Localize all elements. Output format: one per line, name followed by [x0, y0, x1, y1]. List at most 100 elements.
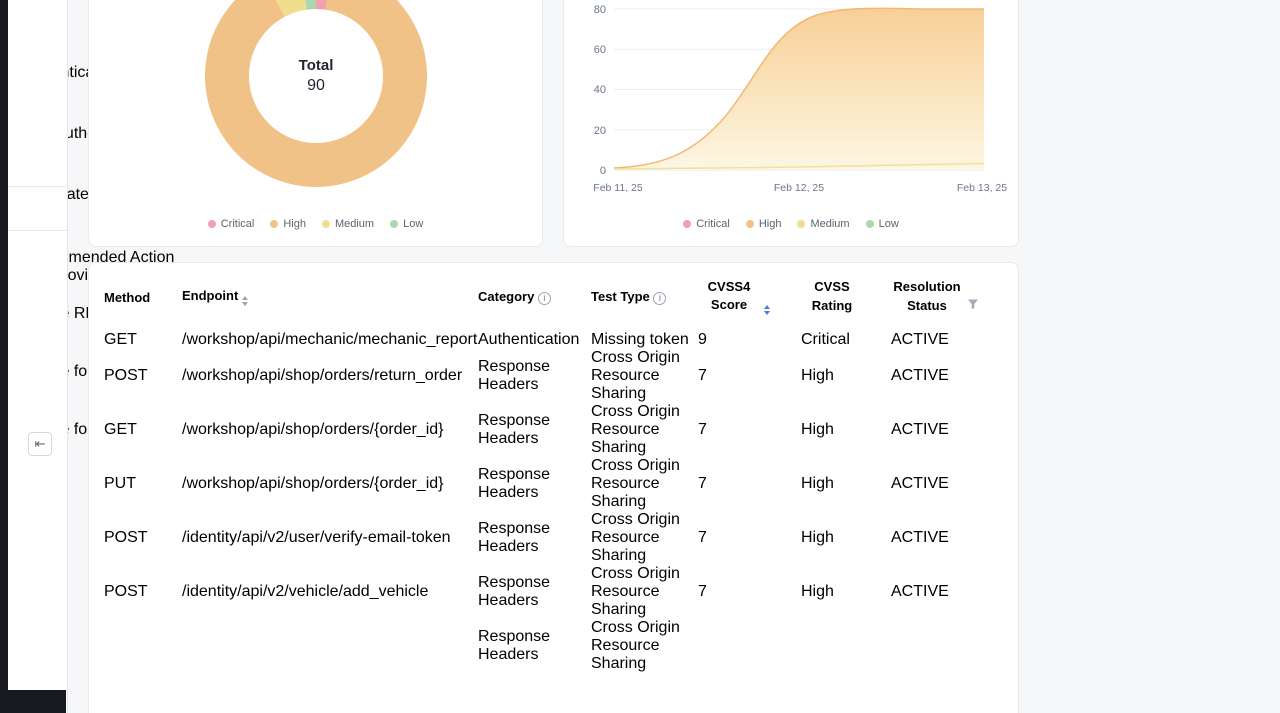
endpoint-cell: /identity/api/v2/vehicle/add_vehicle — [182, 583, 478, 601]
collapsed-sidebar: ⇤ — [8, 0, 68, 713]
app-root: ⇤ Total 90 Critical High Medium Low — [0, 0, 1280, 713]
resolution-status-badge: ACTIVE — [891, 331, 949, 348]
x-axis-tick: Feb 13, 25 — [957, 182, 1007, 194]
low-dot-icon — [390, 220, 398, 228]
donut-total-value: 90 — [307, 77, 325, 95]
resolution-status-badge: ACTIVE — [891, 367, 949, 384]
cvss-rating-badge[interactable]: Critical — [801, 331, 850, 348]
y-axis-tick: 0 — [600, 165, 606, 177]
legend-label: High — [759, 218, 782, 230]
cvss4-score-badge: 7 — [698, 367, 707, 384]
trend-legend: Critical High Medium Low — [564, 218, 1018, 230]
endpoint-cell: /workshop/api/mechanic/mechanic_report — [182, 331, 478, 349]
severity-donut-card: Total 90 Critical High Medium Low — [88, 0, 543, 247]
high-dot-icon — [270, 220, 278, 228]
trend-chart-card: 80 60 40 20 0 Feb 11, 25 Feb 12, 25 Feb … — [563, 0, 1019, 247]
col-cvss4-score-label: CVSS4 Score — [698, 278, 760, 316]
cvss4-score-badge: 7 — [698, 475, 707, 492]
test-type-cell: Cross Origin Resource Sharing — [591, 349, 698, 403]
category-cell: Response Headers — [478, 628, 591, 664]
x-axis-tick: Feb 11, 25 — [593, 182, 643, 194]
category-cell: Response Headers — [478, 358, 591, 394]
legend-item-high: High — [746, 218, 782, 230]
cvss-rating-badge: High — [801, 529, 834, 546]
x-axis-tick: Feb 12, 25 — [774, 182, 824, 194]
y-axis-tick: 60 — [594, 44, 606, 56]
method-badge: POST — [104, 529, 148, 546]
table-row[interactable]: POST /identity/api/v2/user/verify-email-… — [89, 511, 1018, 565]
test-type-cell: Cross Origin Resource Sharing — [591, 619, 698, 673]
issues-table-card: Method Endpoint Category i Test Type i C… — [88, 262, 1019, 713]
sidebar-divider — [8, 186, 67, 187]
endpoint-cell: /workshop/api/shop/orders/{order_id} — [182, 475, 478, 493]
medium-dot-icon — [322, 220, 330, 228]
legend-item-high: High — [270, 218, 306, 230]
medium-dot-icon — [797, 220, 805, 228]
info-icon[interactable]: i — [538, 292, 551, 305]
legend-label: Critical — [221, 218, 255, 230]
collapse-icon: ⇤ — [35, 436, 46, 452]
table-row[interactable]: GET /workshop/api/shop/orders/{order_id}… — [89, 403, 1018, 457]
table-row[interactable]: GET /workshop/api/mechanic/mechanic_repo… — [89, 331, 1018, 349]
donut-legend: Critical High Medium Low — [89, 218, 542, 230]
table-row[interactable]: Response Headers Cross Origin Resource S… — [89, 619, 1018, 673]
col-method: Method — [104, 290, 182, 305]
legend-label: Critical — [696, 218, 730, 230]
critical-dot-icon — [208, 220, 216, 228]
col-cvss-rating-label: CVSS Rating — [801, 278, 863, 316]
endpoint-cell: /workshop/api/shop/orders/return_order — [182, 367, 478, 385]
legend-item-critical: Critical — [683, 218, 730, 230]
trend-area-chart[interactable]: 80 60 40 20 0 Feb 11, 25 Feb 12, 25 Feb … — [564, 0, 1020, 206]
sidebar-collapse-button[interactable]: ⇤ — [28, 432, 52, 456]
filter-icon[interactable] — [967, 298, 979, 310]
test-type-cell: Cross Origin Resource Sharing — [591, 403, 698, 457]
table-row[interactable]: POST /identity/api/v2/vehicle/add_vehicl… — [89, 565, 1018, 619]
col-category-label: Category — [478, 289, 534, 304]
category-cell: Authentication — [478, 331, 591, 349]
cvss-rating-badge: High — [801, 475, 834, 492]
legend-item-low: Low — [866, 218, 899, 230]
resolution-status-badge: ACTIVE — [891, 529, 949, 546]
severity-donut-chart[interactable]: Total 90 — [205, 0, 427, 187]
legend-item-critical: Critical — [208, 218, 255, 230]
col-test-type: Test Type i — [591, 289, 698, 305]
sidebar-footer-block — [0, 690, 66, 713]
category-cell: Response Headers — [478, 412, 591, 448]
cvss-rating-badge: High — [801, 583, 834, 600]
method-badge: POST — [104, 367, 148, 384]
cvss4-score-badge: 7 — [698, 529, 707, 546]
category-cell: Response Headers — [478, 574, 591, 610]
y-axis-tick: 80 — [594, 4, 606, 16]
col-resolution-status-label: Resolution Status — [891, 278, 963, 316]
category-cell: Response Headers — [478, 520, 591, 556]
donut-total-label: Total — [299, 57, 334, 74]
legend-label: Low — [879, 218, 899, 230]
resolution-status-badge: ACTIVE — [891, 421, 949, 438]
donut-center: Total 90 — [249, 9, 383, 143]
col-endpoint[interactable]: Endpoint — [182, 288, 478, 307]
table-row[interactable]: POST /workshop/api/shop/orders/return_or… — [89, 349, 1018, 403]
table-row[interactable]: PUT /workshop/api/shop/orders/{order_id}… — [89, 457, 1018, 511]
critical-dot-icon — [683, 220, 691, 228]
legend-item-medium: Medium — [322, 218, 374, 230]
legend-item-medium: Medium — [797, 218, 849, 230]
sidebar-divider — [8, 230, 67, 231]
col-resolution-status[interactable]: Resolution Status — [891, 278, 1011, 316]
legend-label: Medium — [810, 218, 849, 230]
test-type-cell: Missing token — [591, 331, 698, 349]
col-test-type-label: Test Type — [591, 289, 650, 304]
method-badge: GET — [104, 421, 137, 438]
col-cvss-rating: CVSS Rating — [801, 278, 891, 316]
sort-icon-cvss4-score[interactable] — [764, 304, 770, 316]
method-badge: GET — [104, 331, 137, 348]
col-cvss4-score[interactable]: CVSS4 Score — [698, 278, 801, 317]
legend-label: Medium — [335, 218, 374, 230]
y-axis-tick: 20 — [594, 125, 606, 137]
resolution-status-badge: ACTIVE — [891, 475, 949, 492]
cvss-rating-badge: High — [801, 367, 834, 384]
y-axis-tick: 40 — [594, 84, 606, 96]
sort-icon-endpoint[interactable] — [242, 295, 248, 307]
method-badge: PUT — [104, 475, 136, 492]
info-icon[interactable]: i — [653, 292, 666, 305]
col-endpoint-label: Endpoint — [182, 288, 238, 303]
